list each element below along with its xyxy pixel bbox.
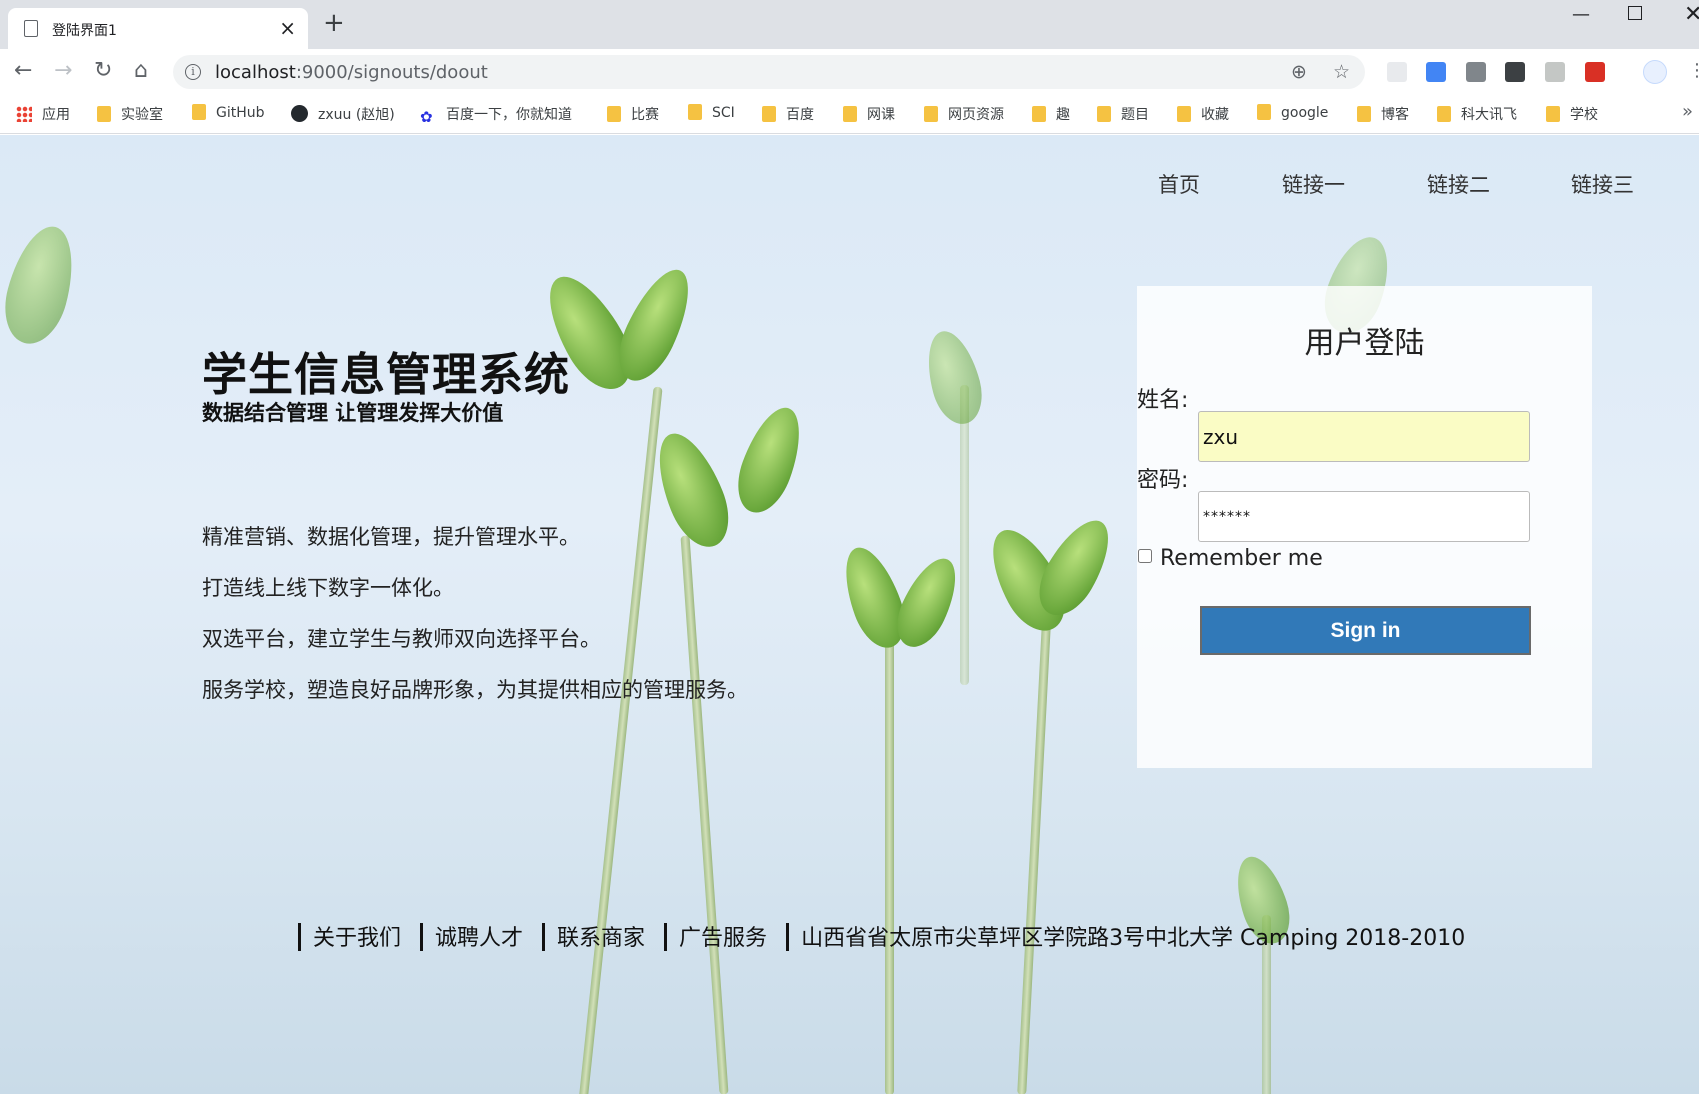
bookmark-link[interactable]: zxuu (赵旭) <box>291 104 395 124</box>
folder-icon <box>1257 104 1271 120</box>
divider <box>786 923 790 951</box>
login-title: 用户登陆 <box>1304 326 1425 361</box>
divider <box>542 923 546 951</box>
folder-icon <box>1437 106 1451 122</box>
divider <box>420 923 424 951</box>
forward-icon[interactable]: → <box>54 59 72 83</box>
footer: 关于我们 诚聘人才 联系商家 广告服务 山西省省太原市尖草坪区学院路3号中北大学… <box>298 920 1465 952</box>
sign-in-button[interactable]: Sign in <box>1200 606 1531 655</box>
zoom-icon[interactable]: ⊕ <box>1291 61 1307 83</box>
folder-icon <box>762 106 776 122</box>
page-viewport: 首页 链接一 链接二 链接三 学生信息管理系统 数据结合管理 让管理发挥大价值 … <box>0 135 1699 1094</box>
bookmark-folder[interactable]: 收藏 <box>1177 104 1229 124</box>
extension-icon[interactable] <box>1585 62 1605 82</box>
divider <box>664 923 668 951</box>
menu-icon[interactable]: ⋮ <box>1688 59 1699 83</box>
nav-link-2[interactable]: 链接二 <box>1427 169 1490 199</box>
tab-title: 登陆界面1 <box>52 23 117 39</box>
remember-me[interactable]: Remember me <box>1138 546 1323 571</box>
minimize-icon[interactable]: — <box>1572 4 1590 25</box>
folder-icon <box>1097 106 1111 122</box>
more-bookmarks-icon[interactable]: » <box>1682 101 1693 122</box>
bookmark-link[interactable]: ✿ 百度一下，你就知道 <box>420 104 572 126</box>
footer-link-careers[interactable]: 诚聘人才 <box>435 926 523 951</box>
profile-avatar[interactable] <box>1643 60 1667 84</box>
baidu-icon: ✿ <box>420 108 433 126</box>
folder-icon <box>97 106 111 122</box>
tab-strip: 登陆界面1 × + — ✕ <box>0 0 1699 49</box>
feature-text: 精准营销、数据化管理，提升管理水平。 <box>202 525 580 549</box>
page-title: 学生信息管理系统 <box>202 348 571 401</box>
bookmark-folder[interactable]: 百度 <box>762 104 814 124</box>
folder-icon <box>1032 106 1046 122</box>
nav-home[interactable]: 首页 <box>1158 169 1200 199</box>
name-input[interactable] <box>1198 411 1530 462</box>
folder-icon <box>843 106 857 122</box>
folder-icon <box>924 106 938 122</box>
github-icon <box>291 105 308 122</box>
footer-link-about[interactable]: 关于我们 <box>313 926 401 951</box>
footer-link-ads[interactable]: 广告服务 <box>679 926 767 951</box>
bookmark-folder[interactable]: 比赛 <box>607 104 659 124</box>
nav-link-1[interactable]: 链接一 <box>1282 169 1345 199</box>
window-close-icon[interactable]: ✕ <box>1684 2 1699 27</box>
translate-icon[interactable] <box>1426 62 1446 82</box>
folder-icon <box>1546 106 1560 122</box>
bookmark-folder[interactable]: 博客 <box>1357 104 1409 124</box>
folder-icon <box>688 104 702 120</box>
url-text[interactable]: localhost:9000/signouts/doout <box>215 62 488 83</box>
bookmark-folder[interactable]: 网课 <box>843 104 895 124</box>
folder-icon <box>1357 106 1371 122</box>
remember-checkbox[interactable] <box>1138 549 1152 563</box>
extension-icon[interactable] <box>1505 62 1525 82</box>
footer-address: 山西省省太原市尖草坪区学院路3号中北大学 Camping 2018-2010 <box>801 926 1466 951</box>
login-panel: 用户登陆 姓名: 密码: Remember me Sign in <box>1137 286 1592 768</box>
bookmark-folder[interactable]: GitHub <box>192 104 265 124</box>
info-icon[interactable]: i <box>185 64 201 80</box>
bookmark-folder[interactable]: 学校 <box>1546 104 1598 124</box>
bookmark-folder[interactable]: 题目 <box>1097 104 1149 124</box>
new-tab-icon[interactable]: + <box>323 10 345 36</box>
bookmark-folder[interactable]: 科大讯飞 <box>1437 104 1517 124</box>
address-bar[interactable]: i localhost:9000/signouts/doout ⊕ ☆ <box>173 55 1365 89</box>
bookmarks-bar: 应用 实验室 GitHub zxuu (赵旭) ✿ 百度一下，你就知道 比赛 SC… <box>0 95 1699 134</box>
extension-icon[interactable] <box>1545 62 1565 82</box>
extension-icon[interactable] <box>1387 62 1407 82</box>
folder-icon <box>1177 106 1191 122</box>
browser-tab[interactable]: 登陆界面1 × <box>8 8 308 49</box>
name-label: 姓名: <box>1137 388 1189 413</box>
bookmark-folder[interactable]: SCI <box>688 104 735 124</box>
divider <box>298 923 301 951</box>
password-label: 密码: <box>1137 468 1189 493</box>
back-icon[interactable]: ← <box>14 59 32 83</box>
star-icon[interactable]: ☆ <box>1333 61 1350 83</box>
bookmark-folder[interactable]: google <box>1257 104 1328 124</box>
home-icon[interactable]: ⌂ <box>134 59 148 83</box>
page-subtitle: 数据结合管理 让管理发挥大价值 <box>202 401 504 425</box>
page-icon <box>24 20 38 37</box>
bookmark-apps[interactable]: 应用 <box>16 104 70 124</box>
reload-icon[interactable]: ↻ <box>94 59 112 83</box>
bookmark-folder[interactable]: 网页资源 <box>924 104 1004 124</box>
browser-toolbar: ← → ↻ ⌂ i localhost:9000/signouts/doout … <box>0 49 1699 95</box>
password-input[interactable] <box>1198 491 1530 542</box>
feature-text: 打造线上线下数字一体化。 <box>202 576 454 600</box>
bookmark-folder[interactable]: 趣 <box>1032 104 1070 124</box>
footer-link-contact[interactable]: 联系商家 <box>557 926 645 951</box>
maximize-icon[interactable] <box>1628 6 1642 20</box>
bookmark-folder[interactable]: 实验室 <box>97 104 163 124</box>
close-icon[interactable]: × <box>279 16 296 40</box>
apps-icon <box>16 106 32 122</box>
feature-text: 服务学校，塑造良好品牌形象，为其提供相应的管理服务。 <box>202 678 748 702</box>
extension-icon[interactable] <box>1466 62 1486 82</box>
folder-icon <box>607 106 621 122</box>
folder-icon <box>192 104 206 120</box>
nav-link-3[interactable]: 链接三 <box>1571 169 1634 199</box>
feature-text: 双选平台，建立学生与教师双向选择平台。 <box>202 627 601 651</box>
